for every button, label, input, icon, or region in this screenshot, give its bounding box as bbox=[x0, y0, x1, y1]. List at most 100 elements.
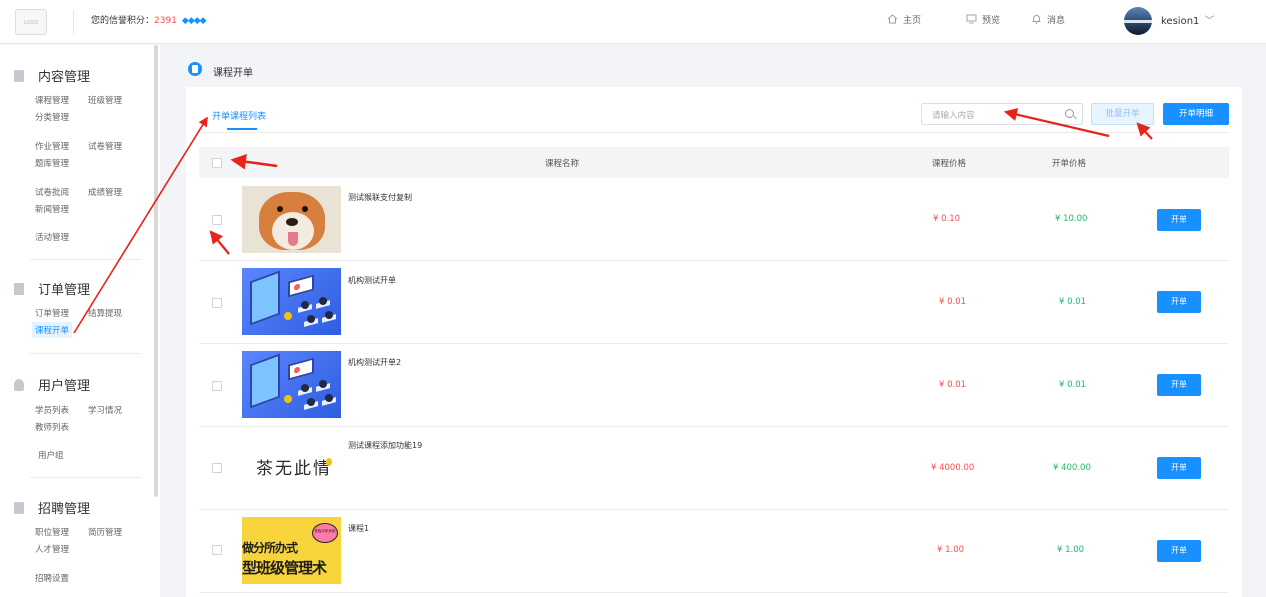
sidebar-section-orders[interactable]: 订单管理 bbox=[14, 279, 90, 298]
document-icon bbox=[14, 70, 24, 82]
search-placeholder: 请输入内容 bbox=[932, 111, 975, 121]
sidebar-item-learning-status[interactable]: 学习情况 bbox=[88, 404, 122, 416]
document-icon bbox=[14, 283, 24, 295]
open-order-button[interactable]: 开单 bbox=[1157, 457, 1201, 479]
course-name[interactable]: 测试猴联支付复制 bbox=[348, 192, 412, 203]
logo[interactable]: LOGO bbox=[15, 9, 47, 35]
sidebar-item-settlement[interactable]: 结算提现 bbox=[88, 307, 122, 319]
sidebar-item-exam-review[interactable]: 试卷批阅 bbox=[35, 186, 69, 198]
home-icon bbox=[887, 14, 898, 24]
credit-label: 您的信誉积分： bbox=[91, 16, 155, 26]
course-thumbnail[interactable]: 做分所办式 型班级管理术 老板手机系统 bbox=[242, 517, 341, 584]
sidebar-scrollbar[interactable] bbox=[154, 45, 158, 497]
open-order-button[interactable]: 开单 bbox=[1157, 540, 1201, 562]
open-price: ¥ 1.00 bbox=[1057, 545, 1085, 555]
course-name[interactable]: 机构测试开单 bbox=[348, 275, 396, 286]
sidebar-item-score-manage[interactable]: 成绩管理 bbox=[88, 186, 122, 198]
nav-preview[interactable]: 预览 bbox=[966, 13, 1000, 26]
open-price: ¥ 10.00 bbox=[1055, 214, 1088, 224]
row-checkbox[interactable] bbox=[212, 298, 222, 308]
sidebar-section-title: 订单管理 bbox=[38, 283, 91, 298]
sidebar-item-user-group[interactable]: 用户组 bbox=[38, 449, 64, 461]
sidebar-item-category-manage[interactable]: 分类管理 bbox=[35, 111, 69, 123]
tab-order-course-list[interactable]: 开单课程列表 bbox=[212, 109, 266, 122]
sidebar-item-homework-manage[interactable]: 作业管理 bbox=[35, 140, 69, 152]
sidebar-item-order-manage[interactable]: 订单管理 bbox=[35, 307, 69, 319]
nav-preview-label: 预览 bbox=[982, 16, 1001, 26]
sidebar-item-position-manage[interactable]: 职位管理 bbox=[35, 526, 69, 538]
thumbnail-title: 茶无此情 bbox=[256, 459, 332, 479]
briefcase-icon bbox=[14, 502, 24, 514]
order-detail-button[interactable]: 开单明细 bbox=[1163, 103, 1229, 125]
row-checkbox[interactable] bbox=[212, 381, 222, 391]
course-price: ¥ 1.00 bbox=[937, 545, 965, 555]
select-all-checkbox[interactable] bbox=[212, 158, 222, 168]
search-icon[interactable] bbox=[1065, 109, 1074, 118]
credit-value: 2391 bbox=[154, 16, 177, 26]
course-price: ¥ 4000.00 bbox=[931, 463, 975, 473]
sidebar-item-talent-manage[interactable]: 人才管理 bbox=[35, 543, 69, 555]
row-checkbox[interactable] bbox=[212, 215, 222, 225]
course-thumbnail[interactable] bbox=[242, 186, 341, 253]
sidebar-item-question-bank[interactable]: 题库管理 bbox=[35, 157, 69, 169]
course-name[interactable]: 机构测试开单2 bbox=[348, 357, 401, 368]
user-icon bbox=[14, 379, 24, 391]
sidebar-item-student-list[interactable]: 学员列表 bbox=[35, 404, 69, 416]
sidebar-section-recruit[interactable]: 招聘管理 bbox=[14, 498, 90, 517]
open-price: ¥ 400.00 bbox=[1053, 463, 1091, 473]
open-order-button[interactable]: 开单 bbox=[1157, 209, 1201, 231]
sidebar-item-course-manage[interactable]: 课程管理 bbox=[35, 94, 69, 106]
sidebar-divider bbox=[30, 477, 142, 478]
sidebar: 内容管理 课程管理 班级管理 分类管理 作业管理 试卷管理 题库管理 试卷批阅 … bbox=[0, 45, 160, 597]
course-price: ¥ 0.01 bbox=[939, 297, 967, 307]
course-name[interactable]: 课程1 bbox=[348, 523, 369, 534]
course-price: ¥ 0.01 bbox=[939, 380, 967, 390]
thumbnail-line-1: 做分所办式 bbox=[242, 541, 298, 555]
open-price: ¥ 0.01 bbox=[1059, 380, 1087, 390]
open-price: ¥ 0.01 bbox=[1059, 297, 1087, 307]
active-tab-indicator bbox=[227, 128, 257, 130]
open-order-button[interactable]: 开单 bbox=[1157, 374, 1201, 396]
course-thumbnail[interactable] bbox=[242, 268, 341, 335]
gem-icon: ◆◆◆◆ bbox=[181, 16, 207, 26]
nav-home[interactable]: 主页 bbox=[887, 13, 921, 26]
thumbnail-line-2: 型班级管理术 bbox=[242, 559, 327, 577]
nav-messages-label: 消息 bbox=[1047, 16, 1066, 26]
header-divider bbox=[73, 10, 74, 34]
username: kesion1 bbox=[1161, 16, 1200, 27]
course-thumbnail[interactable]: 茶无此情 bbox=[242, 434, 341, 501]
sidebar-divider bbox=[30, 259, 142, 260]
batch-order-button[interactable]: 批量开单 bbox=[1091, 103, 1154, 125]
sidebar-section-users[interactable]: 用户管理 bbox=[14, 375, 90, 394]
sidebar-item-teacher-list[interactable]: 教师列表 bbox=[35, 421, 69, 433]
sidebar-section-title: 用户管理 bbox=[38, 379, 91, 394]
course-name[interactable]: 测试课程添加功能19 bbox=[348, 440, 422, 451]
sidebar-item-recruit-settings[interactable]: 招聘设置 bbox=[35, 572, 69, 584]
credit-score: 您的信誉积分：2391 ◆◆◆◆ bbox=[91, 13, 207, 26]
nav-home-label: 主页 bbox=[903, 16, 922, 26]
row-checkbox[interactable] bbox=[212, 545, 222, 555]
sidebar-item-course-order[interactable]: 课程开单 bbox=[32, 322, 73, 338]
top-bar: LOGO 您的信誉积分：2391 ◆◆◆◆ 主页 预览 消息 kesion1 ﹀ bbox=[0, 0, 1266, 44]
course-price: ¥ 0.10 bbox=[933, 214, 961, 224]
avatar[interactable] bbox=[1124, 7, 1152, 35]
course-thumbnail[interactable] bbox=[242, 351, 341, 418]
sidebar-item-resume-manage[interactable]: 简历管理 bbox=[88, 526, 122, 538]
row-checkbox[interactable] bbox=[212, 463, 222, 473]
sidebar-section-title: 招聘管理 bbox=[38, 502, 91, 517]
sidebar-section-title: 内容管理 bbox=[38, 70, 91, 85]
sidebar-item-exam-manage[interactable]: 试卷管理 bbox=[88, 140, 122, 152]
monitor-icon bbox=[966, 14, 977, 24]
sidebar-item-class-manage[interactable]: 班级管理 bbox=[88, 94, 122, 106]
bell-icon bbox=[1032, 15, 1041, 24]
document-icon bbox=[188, 62, 202, 76]
nav-messages[interactable]: 消息 bbox=[1031, 13, 1065, 26]
sidebar-item-news-manage[interactable]: 新闻管理 bbox=[35, 203, 69, 215]
open-order-button[interactable]: 开单 bbox=[1157, 291, 1201, 313]
sidebar-section-content[interactable]: 内容管理 bbox=[14, 66, 90, 85]
user-menu[interactable]: kesion1 ﹀ bbox=[1161, 12, 1214, 27]
search-input[interactable]: 请输入内容 bbox=[921, 103, 1083, 125]
column-header-open-price: 开单价格 bbox=[1052, 159, 1087, 169]
sidebar-item-event-manage[interactable]: 活动管理 bbox=[35, 231, 69, 243]
column-header-course-price: 课程价格 bbox=[932, 159, 967, 169]
